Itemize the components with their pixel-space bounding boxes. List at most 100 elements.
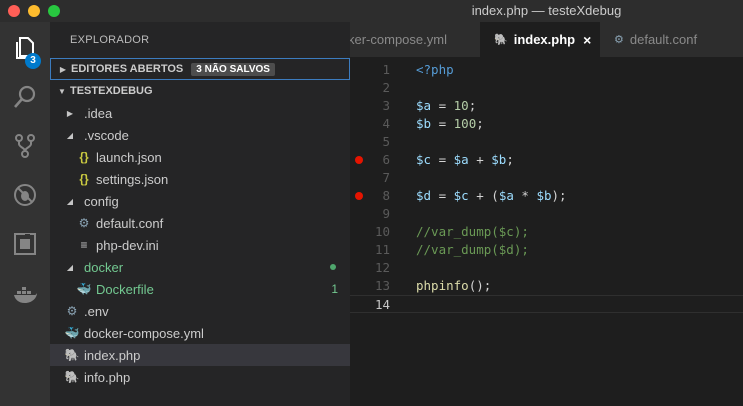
tree-item-label: default.conf [96,215,164,231]
code-text: phpinfo(); [416,277,491,295]
code-token: ; [468,98,477,113]
php-icon: 🐘 [64,348,80,362]
code-token: $b [536,188,552,203]
code-line[interactable]: 13 phpinfo(); [350,277,743,295]
code-token: <?php [416,62,454,77]
tree-item-label: .env [84,303,109,319]
code-token: ; [506,152,514,167]
code-editor[interactable]: 1 <?php 2 3 $a = 10; 4 $b = 100; 5 6 $c = $a + $b… [350,57,743,406]
tree-item[interactable]: ◢ .vscode [50,124,350,146]
explorer-badge: 3 [25,53,41,69]
tree-item[interactable]: {} launch.json [50,146,350,168]
code-line[interactable]: 9 [350,205,743,223]
code-text: $d = $c + ($a * $b); [416,187,567,205]
editor-tab-bar: ker-compose.yml 🐘 index.php × ⚙ default.… [350,22,743,57]
window-title: index.php — testeXdebug [471,3,622,18]
code-token: ; [476,116,484,131]
close-window-button[interactable] [8,5,20,17]
sidebar-title: EXPLORADOR [70,34,150,46]
code-line[interactable]: 5 [350,133,743,151]
minimize-window-button[interactable] [28,5,40,17]
explorer-sidebar: EXPLORADOR ▶ EDITORES ABERTOS 3 NÃO SALV… [50,22,350,406]
open-editors-header[interactable]: ▶ EDITORES ABERTOS 3 NÃO SALVOS [50,58,350,80]
tree-item[interactable]: 🐘 info.php [50,366,350,388]
code-text: <?php [416,61,454,79]
code-line[interactable]: 7 [350,169,743,187]
tree-item-label: info.php [84,369,131,385]
code-token: ); [551,188,567,203]
code-token: $d [416,188,432,203]
tree-item-label: php-dev.ini [96,237,159,253]
tree-item-label: docker [84,259,124,275]
maximize-window-button[interactable] [48,5,60,17]
close-icon[interactable]: × [583,32,591,48]
tree-item[interactable]: ⚙ .env [50,300,350,322]
json-icon: {} [79,172,89,186]
docker-file-icon: 🐳 [76,282,92,296]
breakpoint-icon[interactable] [355,192,363,200]
tree-item[interactable]: 🐘 index.php [50,344,350,366]
source-control-button[interactable] [0,124,50,168]
line-number: 8 [382,188,390,203]
code-line[interactable]: 2 [350,79,743,97]
code-line[interactable]: 11 //var_dump($d); [350,241,743,259]
line-number: 13 [374,278,390,293]
ini-file-icon: ≡ [80,238,88,252]
tree-item[interactable]: 🐳 Dockerfile 1 [50,278,350,300]
code-text: //var_dump($d); [416,241,529,259]
line-number: 7 [382,170,390,185]
tab-label: ker-compose.yml [350,32,447,47]
code-line[interactable]: 10 //var_dump($c); [350,223,743,241]
tree-item[interactable]: ≡ php-dev.ini [50,234,350,256]
code-token: $a [416,98,432,113]
tree-item-label: index.php [84,347,141,363]
code-token: 100 [453,116,477,131]
line-number: 10 [374,224,390,239]
code-line[interactable]: 1 <?php [350,61,743,79]
code-line[interactable]: 14 [350,295,743,313]
code-token: $c [453,188,469,203]
line-number: 12 [374,260,390,275]
file-tree: ▶ .idea ◢ .vscode {} launch.json {} settings.js… [50,102,350,388]
git-status-count: 1 [331,282,338,296]
code-token: $a [453,152,469,167]
project-header[interactable]: ▼ TESTEXDEBUG [50,80,350,102]
extensions-button[interactable] [0,222,50,266]
code-text: $a = 10; [416,97,476,115]
code-token: = [431,152,454,167]
line-number: 3 [382,98,390,113]
tree-item-label: Dockerfile [96,281,154,297]
code-line[interactable]: 6 $c = $a + $b; [350,151,743,169]
search-button[interactable] [0,75,50,119]
chevron-down-icon: ▼ [58,86,66,96]
code-token: $b [416,116,432,131]
line-number: 1 [382,62,390,77]
code-token: $a [498,188,514,203]
breakpoint-icon[interactable] [355,156,363,164]
code-line[interactable]: 3 $a = 10; [350,97,743,115]
chevron-down-icon: ◢ [66,130,74,140]
code-token: + [468,152,492,167]
docker-icon [14,287,37,303]
code-line[interactable]: 8 $d = $c + ($a * $b); [350,187,743,205]
docker-button[interactable] [0,273,50,317]
tab-default-conf[interactable]: ⚙ default.conf [600,22,743,57]
tree-item[interactable]: ▶ .idea [50,102,350,124]
line-number: 6 [382,152,390,167]
line-number: 9 [382,206,390,221]
chevron-right-icon: ▶ [59,64,67,74]
tree-item[interactable]: ⚙ default.conf [50,212,350,234]
tab-index-php[interactable]: 🐘 index.php × [480,22,600,57]
tab-docker-compose[interactable]: ker-compose.yml [350,22,480,57]
explorer-button[interactable]: 3 [0,26,50,70]
debug-button[interactable] [0,173,50,217]
tree-item[interactable]: {} settings.json [50,168,350,190]
tree-item[interactable]: 🐳 docker-compose.yml [50,322,350,344]
code-token: 10 [453,98,469,113]
source-control-icon [15,134,35,158]
tree-item[interactable]: ◢ config [50,190,350,212]
code-line[interactable]: 12 [350,259,743,277]
code-line[interactable]: 4 $b = 100; [350,115,743,133]
tree-item[interactable]: ◢ docker [50,256,350,278]
tree-item-label: launch.json [96,149,162,165]
